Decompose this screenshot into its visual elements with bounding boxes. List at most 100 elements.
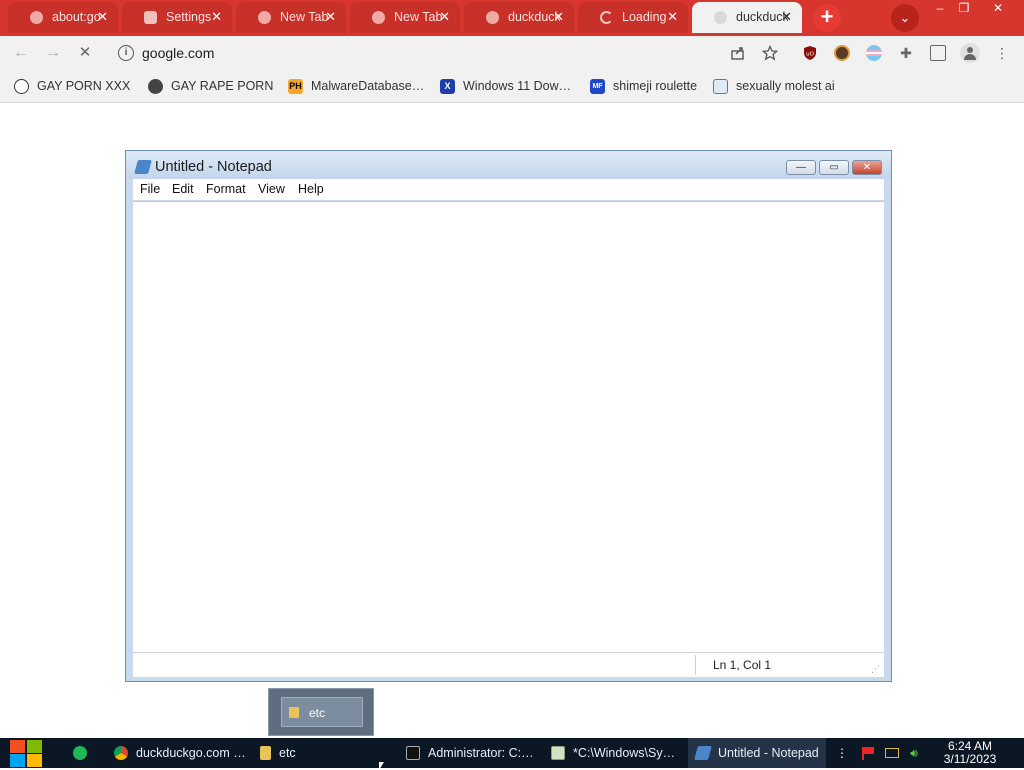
network-icon[interactable] xyxy=(884,745,900,761)
bookmark-item[interactable]: X Windows 11 Dow… xyxy=(440,77,571,95)
bookmark-label: sexually molest ai xyxy=(736,79,835,93)
address-url[interactable]: google.com xyxy=(142,45,214,61)
forward-arrow-icon[interactable]: → xyxy=(44,44,62,62)
tab-favicon-icon xyxy=(30,11,43,24)
system-clock[interactable]: 6:24 AM 3/11/2023 xyxy=(932,740,1008,766)
stop-icon[interactable]: ✕ xyxy=(76,44,94,62)
close-button[interactable]: ✕ xyxy=(852,160,882,175)
tab-loading[interactable]: Loading ✕ xyxy=(578,2,688,33)
browser-toolbar: ← → ✕ i google.com uO ✚ ⋮ xyxy=(0,36,1024,70)
windows-logo-icon xyxy=(10,740,25,753)
ai-icon xyxy=(713,78,728,94)
menu-help[interactable]: Help xyxy=(298,182,324,196)
windows-logo-segment xyxy=(27,740,42,753)
bookmark-star-icon[interactable] xyxy=(762,45,778,61)
window-minimize-button[interactable]: – xyxy=(928,0,952,18)
tab-close-icon[interactable]: ✕ xyxy=(553,9,564,25)
profile-avatar-icon[interactable] xyxy=(960,43,980,63)
notepad-titlebar[interactable]: Untitled - Notepad — ▭ ✕ xyxy=(126,151,891,179)
bookmark-item[interactable]: GAY RAPE PORN xyxy=(148,77,273,95)
notepad-title: Untitled - Notepad xyxy=(155,159,272,175)
side-panel-icon[interactable] xyxy=(930,45,946,61)
taskbar-item-folder[interactable]: etc xyxy=(252,738,390,768)
ublock-origin-icon[interactable]: uO xyxy=(802,45,818,61)
site-info-icon[interactable]: i xyxy=(118,45,134,61)
mft-icon: MF xyxy=(590,78,605,94)
taskbar-item-cmd[interactable]: Administrator: C:… xyxy=(398,738,536,768)
notepad-text-area[interactable] xyxy=(133,201,884,652)
extension-avatar-icon[interactable] xyxy=(834,45,850,61)
tab-search-button[interactable]: ⌄ xyxy=(891,4,919,32)
notepad-menubar: File Edit Format View Help xyxy=(133,179,884,200)
cursor-position: Ln 1, Col 1 xyxy=(713,658,772,672)
globe-icon xyxy=(148,78,163,94)
tab-duckduckgo-1[interactable]: duckduck ✕ xyxy=(464,2,574,33)
bookmark-label: Windows 11 Dow… xyxy=(463,79,572,93)
bookmark-label: MalwareDatabase… xyxy=(311,79,425,93)
notepad-icon xyxy=(694,746,712,760)
menu-edit[interactable]: Edit xyxy=(172,182,194,196)
globe-icon xyxy=(372,11,385,24)
flag-icon[interactable] xyxy=(860,745,876,761)
spotify-taskbar-button[interactable] xyxy=(64,738,98,768)
taskbar-item-notepad-untitled[interactable]: Untitled - Notepad xyxy=(688,738,826,768)
bookmark-item[interactable]: sexually molest ai xyxy=(713,77,835,95)
loading-spinner-icon xyxy=(714,11,727,24)
bookmark-item[interactable]: PH MalwareDatabase… xyxy=(288,77,424,95)
tray-overflow-icon[interactable]: ⋮ xyxy=(834,745,850,761)
window-close-button[interactable]: ✕ xyxy=(984,0,1012,18)
tab-strip: about:go ✕ Settings ✕ New Tab ✕ New Tab … xyxy=(0,0,1024,36)
menu-view[interactable]: View xyxy=(258,182,285,196)
tab-about[interactable]: about:go ✕ xyxy=(8,2,118,33)
tab-close-icon[interactable]: ✕ xyxy=(97,9,108,25)
notepad-status-bar: Ln 1, Col 1 ⋰ xyxy=(133,652,884,677)
windows-logo-segment xyxy=(27,754,42,767)
tab-close-icon[interactable]: ✕ xyxy=(211,9,222,25)
cmd-icon xyxy=(406,746,420,760)
taskbar: duckduckgo.com … etc Administrator: C:… … xyxy=(0,738,1024,768)
maximize-button[interactable]: ▭ xyxy=(819,160,849,175)
menu-format[interactable]: Format xyxy=(206,182,246,196)
folder-icon xyxy=(260,746,271,760)
taskbar-item-label: duckduckgo.com … xyxy=(136,746,246,760)
taskbar-item-notepad-system[interactable]: *C:\Windows\Sy… xyxy=(543,738,681,768)
new-tab-button[interactable]: + xyxy=(813,4,841,32)
tab-close-icon[interactable]: ✕ xyxy=(781,9,792,25)
tab-close-icon[interactable]: ✕ xyxy=(439,9,450,25)
thumbnail-label: etc xyxy=(309,706,326,720)
menu-kebab-icon[interactable]: ⋮ xyxy=(994,45,1010,61)
menu-file[interactable]: File xyxy=(140,182,160,196)
taskbar-thumbnail-popup[interactable]: etc xyxy=(268,688,374,736)
x-icon: X xyxy=(440,78,455,94)
chrome-icon xyxy=(114,746,128,760)
extension-flag-icon[interactable] xyxy=(866,45,882,61)
start-button[interactable] xyxy=(10,739,43,767)
mouse-cursor-icon xyxy=(379,762,384,770)
resize-grip-icon[interactable]: ⋰ xyxy=(871,664,880,675)
address-bar[interactable]: i google.com xyxy=(108,39,786,67)
tab-settings[interactable]: Settings ✕ xyxy=(122,2,232,33)
bookmark-item[interactable]: GAY PORN XXX xyxy=(14,77,130,95)
notepad-icon xyxy=(551,746,565,760)
tab-new-tab-1[interactable]: New Tab ✕ xyxy=(236,2,346,33)
volume-icon[interactable]: 🔊︎ xyxy=(906,745,922,761)
tab-duckduckgo-active[interactable]: duckduck ✕ xyxy=(692,2,802,33)
puzzle-extensions-icon[interactable]: ✚ xyxy=(898,45,914,61)
share-icon[interactable] xyxy=(730,45,746,61)
bookmark-label: GAY RAPE PORN xyxy=(171,79,274,93)
tab-close-icon[interactable]: ✕ xyxy=(325,9,336,25)
taskbar-item-chrome[interactable]: duckduckgo.com … xyxy=(106,738,246,768)
gear-icon xyxy=(144,11,157,24)
taskbar-item-label: etc xyxy=(279,746,296,760)
minimize-button[interactable]: — xyxy=(786,160,816,175)
tab-new-tab-2[interactable]: New Tab ✕ xyxy=(350,2,460,33)
tab-close-icon[interactable]: ✕ xyxy=(667,9,678,25)
globe-icon xyxy=(258,11,271,24)
clock-date: 3/11/2023 xyxy=(943,752,997,766)
bookmark-item[interactable]: MF shimeji roulette xyxy=(590,77,697,95)
ph-icon: PH xyxy=(288,78,303,94)
bookmark-label: shimeji roulette xyxy=(613,79,698,93)
window-restore-button[interactable]: ❐ xyxy=(952,0,976,18)
back-arrow-icon[interactable]: ← xyxy=(12,44,30,62)
taskbar-item-label: *C:\Windows\Sy… xyxy=(573,746,676,760)
